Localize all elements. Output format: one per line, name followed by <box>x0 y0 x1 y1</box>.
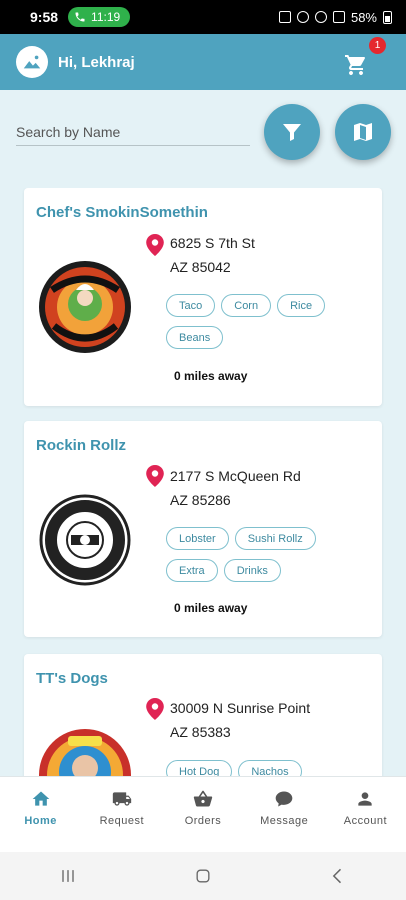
tag-chip[interactable]: Corn <box>221 294 272 317</box>
truck-icon <box>112 792 131 806</box>
app-bar: Hi, Lekhraj 1 <box>0 34 406 90</box>
nav-message[interactable]: Message <box>244 777 325 852</box>
alarm-icon <box>296 11 309 23</box>
chefs-smokin-logo-image <box>39 261 131 353</box>
restaurant-name: Rockin Rollz <box>36 437 127 454</box>
address-zip: AZ 85383 <box>170 724 231 740</box>
restaurant-card[interactable]: Rockin Rollz 2177 S McQueen Rd AZ 85286 … <box>24 421 382 637</box>
restaurant-logo <box>38 493 132 587</box>
tag-chip[interactable]: Taco <box>166 294 216 317</box>
person-icon <box>358 792 373 806</box>
location-pin-icon <box>146 234 164 256</box>
tag-chip[interactable]: Beans <box>166 326 224 349</box>
basket-icon <box>193 790 213 807</box>
home-button-icon[interactable] <box>193 866 213 886</box>
cart-count-badge: 1 <box>369 37 386 54</box>
restaurant-name: Chef's SmokinSomethin <box>36 204 208 221</box>
recent-apps-icon[interactable] <box>58 866 78 886</box>
restaurant-logo <box>38 260 132 354</box>
status-indicators: 58% <box>278 9 392 25</box>
home-icon <box>32 791 49 806</box>
tts-dogs-logo-image <box>39 729 131 776</box>
restaurant-address: 30009 N Sunrise Point AZ 85383 <box>170 696 310 744</box>
cart-button[interactable]: 1 <box>344 37 386 81</box>
address-zip: AZ 85286 <box>170 492 231 508</box>
nav-account[interactable]: Account <box>325 777 406 852</box>
status-bar: 9:58 11:19 58% <box>0 0 406 34</box>
nav-orders[interactable]: Orders <box>162 777 243 852</box>
filter-button[interactable] <box>264 104 320 160</box>
nav-label: Orders <box>184 815 222 827</box>
restaurant-address: 2177 S McQueen Rd AZ 85286 <box>170 464 301 512</box>
tag-chip[interactable]: Rice <box>277 294 326 317</box>
search-input[interactable] <box>16 118 250 145</box>
nav-label: Account <box>343 815 388 827</box>
restaurant-card[interactable]: Chef's SmokinSomethin 6825 S 7th St AZ 8… <box>24 188 382 406</box>
phone-icon <box>75 12 85 22</box>
filter-icon <box>283 124 301 141</box>
call-duration: 11:19 <box>91 10 121 24</box>
tag-chip[interactable]: Hot Dog <box>166 760 233 776</box>
bottom-navigation: Home Request Orders Message Account <box>0 776 406 852</box>
tag-chip[interactable]: Lobster <box>166 527 229 550</box>
ongoing-call-pill[interactable]: 11:19 <box>68 7 131 27</box>
restaurant-distance: 0 miles away <box>174 601 248 615</box>
nav-label: Message <box>260 815 309 827</box>
battery-percent: 58% <box>350 9 377 25</box>
tag-chip[interactable]: Sushi Rollz <box>234 527 316 550</box>
rockin-rollz-logo-image <box>39 494 131 586</box>
restaurant-address: 6825 S 7th St AZ 85042 <box>170 231 255 279</box>
restaurant-distance: 0 miles away <box>174 369 248 383</box>
search-row <box>0 90 406 170</box>
tag-list: Lobster Sushi Rollz Extra Drinks <box>166 527 366 582</box>
address-street: 30009 N Sunrise Point <box>170 700 311 716</box>
restaurant-logo <box>38 728 132 776</box>
search-field[interactable] <box>16 118 250 146</box>
tag-chip[interactable]: Nachos <box>238 760 302 776</box>
tag-chip[interactable]: Extra <box>166 559 218 582</box>
tag-list: Hot Dog Nachos <box>166 760 366 776</box>
battery-icon <box>383 10 392 24</box>
nav-label: Request <box>99 815 145 827</box>
notification-icon <box>278 11 291 23</box>
map-icon <box>354 123 372 141</box>
back-icon[interactable] <box>328 866 348 886</box>
address-zip: AZ 85042 <box>170 259 231 275</box>
address-street: 2177 S McQueen Rd <box>170 468 301 484</box>
restaurant-name: TT's Dogs <box>36 670 108 687</box>
nav-request[interactable]: Request <box>81 777 162 852</box>
tag-chip[interactable]: Drinks <box>223 559 281 582</box>
wifi-icon <box>314 11 327 23</box>
map-button[interactable] <box>335 104 391 160</box>
location-pin-icon <box>146 465 164 487</box>
avatar[interactable] <box>16 46 48 78</box>
signal-icon <box>332 11 345 23</box>
restaurant-list[interactable]: Chef's SmokinSomethin 6825 S 7th St AZ 8… <box>0 188 406 776</box>
location-pin-icon <box>146 698 164 720</box>
mountain-image-icon <box>23 55 41 69</box>
greeting-text: Hi, Lekhraj <box>58 53 135 71</box>
nav-label: Home <box>24 815 57 827</box>
status-time: 9:58 <box>30 9 59 25</box>
restaurant-card[interactable]: TT's Dogs 30009 N Sunrise Point AZ 85383… <box>24 654 382 776</box>
system-navigation-bar <box>0 852 406 900</box>
chat-icon <box>275 791 293 807</box>
nav-home[interactable]: Home <box>0 777 81 852</box>
tag-list: Taco Corn Rice Beans <box>166 294 366 349</box>
address-street: 6825 S 7th St <box>170 235 255 251</box>
cart-icon <box>345 55 365 75</box>
